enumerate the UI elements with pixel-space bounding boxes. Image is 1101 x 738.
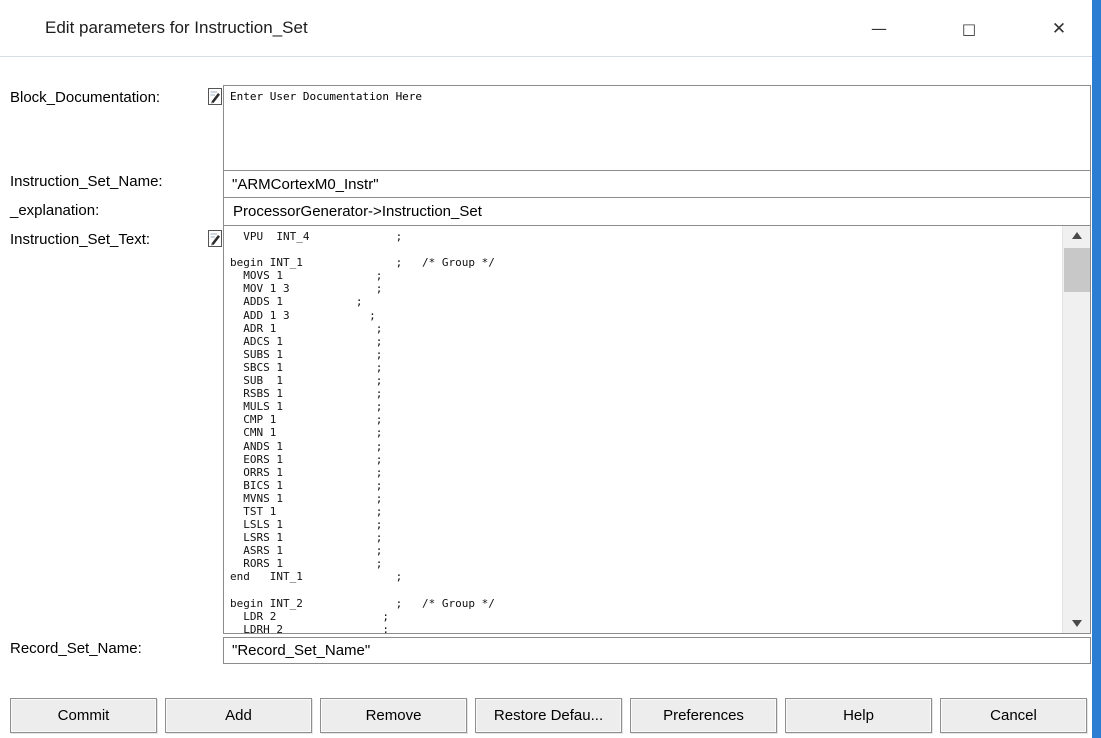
edit-icon[interactable] bbox=[208, 230, 223, 248]
explanation-value: ProcessorGenerator->Instruction_Set bbox=[223, 197, 1091, 226]
restore-defaults-button[interactable]: Restore Defau... bbox=[475, 698, 622, 733]
add-button[interactable]: Add bbox=[165, 698, 312, 733]
cancel-button[interactable]: Cancel bbox=[940, 698, 1087, 733]
scrollbar-thumb[interactable] bbox=[1064, 248, 1090, 292]
dialog-button-bar: Commit Add Remove Restore Defau... Prefe… bbox=[10, 698, 1087, 733]
instruction-set-text-label: Instruction_Set_Text: bbox=[10, 231, 150, 248]
scroll-up-icon[interactable] bbox=[1063, 226, 1090, 245]
title-bar: Edit parameters for Instruction_Set — □ … bbox=[0, 0, 1092, 57]
block-documentation-field[interactable]: Enter User Documentation Here bbox=[223, 85, 1091, 171]
triangle-up-icon bbox=[1072, 232, 1082, 239]
edit-icon-glyph bbox=[208, 88, 223, 106]
vertical-scrollbar[interactable] bbox=[1062, 226, 1090, 633]
triangle-down-icon bbox=[1072, 620, 1082, 627]
remove-button[interactable]: Remove bbox=[320, 698, 467, 733]
dialog-title: Edit parameters for Instruction_Set bbox=[45, 18, 308, 38]
instruction-set-text-content[interactable]: VPU INT_4 ; begin INT_1 ; /* Group */ MO… bbox=[224, 226, 1061, 633]
instruction-set-name-input[interactable] bbox=[223, 170, 1091, 198]
commit-button[interactable]: Commit bbox=[10, 698, 157, 733]
instruction-set-name-label: Instruction_Set_Name: bbox=[10, 173, 163, 190]
window-accent-edge bbox=[1092, 0, 1101, 738]
edit-icon[interactable] bbox=[208, 88, 223, 106]
preferences-button[interactable]: Preferences bbox=[630, 698, 777, 733]
block-documentation-label: Block_Documentation: bbox=[10, 89, 160, 106]
close-icon[interactable]: ✕ bbox=[1044, 14, 1074, 44]
explanation-label: _explanation: bbox=[10, 202, 99, 219]
minimize-icon[interactable]: — bbox=[864, 14, 894, 44]
edit-parameters-dialog: Edit parameters for Instruction_Set — □ … bbox=[0, 0, 1101, 738]
window-controls: — □ ✕ bbox=[864, 0, 1074, 57]
record-set-name-label: Record_Set_Name: bbox=[10, 640, 142, 657]
instruction-set-text-field[interactable]: VPU INT_4 ; begin INT_1 ; /* Group */ MO… bbox=[223, 225, 1091, 634]
help-button[interactable]: Help bbox=[785, 698, 932, 733]
record-set-name-input[interactable] bbox=[223, 637, 1091, 664]
maximize-icon[interactable]: □ bbox=[954, 14, 984, 44]
scroll-down-icon[interactable] bbox=[1063, 614, 1090, 633]
edit-icon-glyph bbox=[208, 230, 223, 248]
